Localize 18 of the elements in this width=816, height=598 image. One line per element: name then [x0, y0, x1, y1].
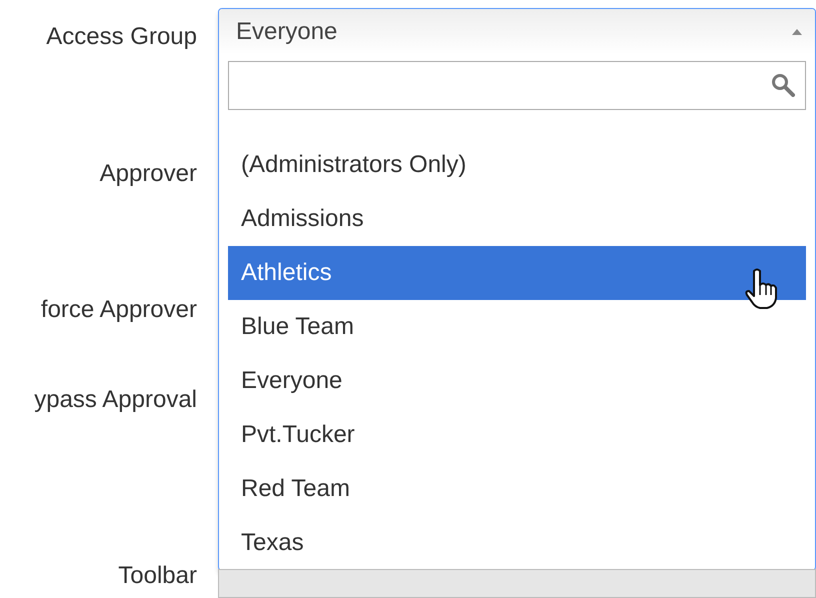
search-field[interactable]	[228, 61, 806, 110]
search-icon	[771, 73, 795, 98]
field-label: Approver	[100, 159, 197, 189]
select-field[interactable]: Everyone	[219, 9, 815, 56]
field-label: Toolbar	[118, 561, 197, 591]
dropdown-option[interactable]: (Administrators Only)	[228, 138, 806, 192]
dropdown-option[interactable]: Admissions	[228, 192, 806, 246]
dropdown-option[interactable]: Texas	[228, 516, 806, 570]
field-label: ypass Approval	[34, 385, 197, 415]
dropdown-option[interactable]: Red Team	[228, 462, 806, 516]
dropdown-option[interactable]: Blue Team	[228, 300, 806, 354]
dropdown-option[interactable]: Everyone	[228, 354, 806, 408]
caret-up-icon	[791, 28, 803, 36]
field-label: force Approver	[40, 295, 197, 325]
dropdown-option[interactable]: Pvt.Tucker	[228, 408, 806, 462]
field-label: Access Group	[46, 22, 197, 52]
hand-cursor-icon	[744, 268, 780, 310]
toolbar-field[interactable]	[218, 568, 816, 598]
